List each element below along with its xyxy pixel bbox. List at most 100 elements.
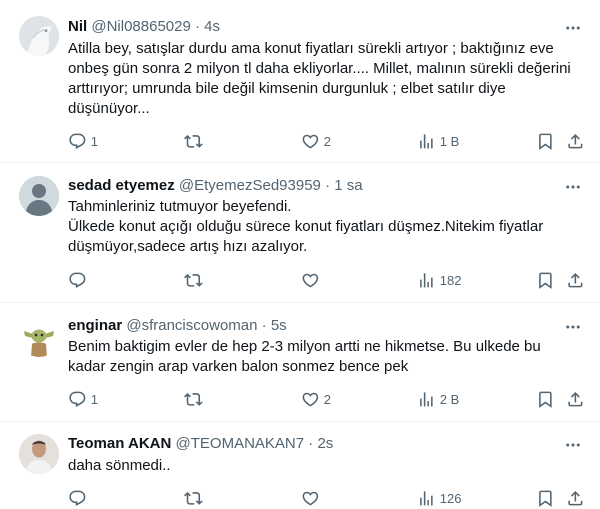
reply-count: 1 (90, 133, 98, 149)
heart-icon (302, 392, 319, 407)
views-button[interactable]: 2 B (417, 389, 459, 409)
user-handle[interactable]: @sfranciscowoman (126, 317, 257, 334)
avatar[interactable] (19, 176, 59, 216)
like-button[interactable]: 2 (301, 131, 331, 151)
user-handle[interactable]: @TEOMANAKAN7 (176, 435, 305, 452)
share-button[interactable] (566, 488, 585, 508)
tweet-header: Nil @Nil08865029 · 4s (68, 17, 560, 37)
tweet-line: daha sönmedi.. (68, 457, 171, 474)
separator-dot: · (261, 317, 267, 334)
retweet-icon (184, 134, 203, 148)
tweet-line: Ülkede konut açığı olduğu sürece konut f… (68, 218, 544, 235)
tweet-text: daha sönmedi.. (68, 456, 584, 476)
view-count: 1 B (439, 133, 460, 149)
avatar[interactable] (19, 16, 59, 56)
tweet[interactable]: sedad etyemez @EtyemezSed93959 · 1 sa Ta… (0, 163, 600, 303)
like-button[interactable] (301, 270, 324, 290)
bookmark-icon (539, 133, 552, 150)
share-icon (568, 391, 583, 407)
tweet[interactable]: enginar @sfranciscowoman · 5s Benim bakt… (0, 303, 600, 422)
display-name[interactable]: Nil (68, 18, 87, 35)
separator-dot: · (194, 18, 200, 35)
more-dots-icon[interactable] (564, 19, 582, 37)
tweet-line: Atilla bey, satışlar durdu ama konut fiy… (68, 40, 554, 57)
like-button[interactable] (301, 488, 324, 508)
tweet[interactable]: Nil @Nil08865029 · 4s Atilla bey, satışl… (0, 0, 600, 163)
reply-icon (69, 490, 86, 506)
action-bar: 126 (60, 488, 590, 508)
avatar[interactable] (19, 434, 59, 474)
share-icon (568, 133, 583, 149)
tweet-text: Tahminleriniz tutmuyor beyefendi. Ülkede… (68, 197, 584, 257)
retweet-button[interactable] (184, 270, 207, 290)
view-count: 182 (439, 272, 462, 288)
action-bar: 1 2 2 B (60, 389, 590, 409)
avatar[interactable] (19, 317, 59, 357)
timestamp[interactable]: 5s (271, 317, 287, 334)
reply-icon (69, 133, 86, 149)
timestamp[interactable]: 1 sa (334, 177, 362, 194)
share-button[interactable] (566, 270, 585, 290)
bookmark-icon (539, 490, 552, 507)
tweet-line: Tahminleriniz tutmuyor beyefendi. (68, 198, 292, 215)
bookmark-icon (539, 272, 552, 289)
views-button[interactable]: 182 (417, 270, 461, 290)
user-handle[interactable]: @EtyemezSed93959 (179, 177, 321, 194)
tweet-line: onbeş gün sonra 2 milyon tl daha ekliyor… (68, 60, 571, 77)
bookmark-icon (539, 391, 552, 408)
share-button[interactable] (566, 389, 585, 409)
share-icon (568, 490, 583, 506)
share-icon (568, 272, 583, 288)
retweet-icon (184, 392, 203, 406)
more-dots-icon[interactable] (564, 436, 582, 454)
retweet-icon (184, 273, 203, 287)
bookmark-button[interactable] (536, 270, 555, 290)
retweet-button[interactable] (184, 389, 207, 409)
retweet-button[interactable] (184, 488, 207, 508)
like-count: 2 (323, 133, 331, 149)
views-chart-icon (420, 391, 433, 407)
reply-feed: Nil @Nil08865029 · 4s Atilla bey, satışl… (0, 0, 600, 509)
reply-button[interactable]: 1 (68, 131, 98, 151)
bookmark-button[interactable] (536, 488, 555, 508)
like-button[interactable]: 2 (301, 389, 331, 409)
tweet-text: Atilla bey, satışlar durdu ama konut fiy… (68, 39, 584, 119)
more-dots-icon[interactable] (564, 318, 582, 336)
action-bar: 182 (60, 270, 590, 290)
tweet-header: sedad etyemez @EtyemezSed93959 · 1 sa (68, 176, 560, 196)
more-dots-icon[interactable] (564, 178, 582, 196)
views-chart-icon (420, 133, 433, 149)
tweet[interactable]: Teoman AKAN @TEOMANAKAN7 · 2s daha sönme… (0, 422, 600, 509)
timestamp[interactable]: 2s (317, 435, 333, 452)
heart-icon (302, 273, 319, 288)
view-count: 126 (439, 490, 462, 506)
user-handle[interactable]: @Nil08865029 (91, 18, 190, 35)
timestamp[interactable]: 4s (204, 18, 220, 35)
like-count: 2 (323, 391, 331, 407)
separator-dot: · (325, 177, 331, 194)
tweet-text: Benim baktigim evler de hep 2-3 milyon a… (68, 337, 584, 377)
tweet-line: Benim baktigim evler de hep 2-3 milyon a… (68, 338, 541, 355)
reply-button[interactable] (68, 488, 91, 508)
views-button[interactable]: 1 B (417, 131, 459, 151)
reply-icon (69, 272, 86, 288)
tweet-header: enginar @sfranciscowoman · 5s (68, 316, 560, 336)
tweet-header: Teoman AKAN @TEOMANAKAN7 · 2s (68, 434, 560, 454)
share-button[interactable] (566, 131, 585, 151)
reply-icon (69, 391, 86, 407)
reply-button[interactable] (68, 270, 91, 290)
bookmark-button[interactable] (536, 131, 555, 151)
heart-icon (302, 491, 319, 506)
retweet-icon (184, 491, 203, 505)
heart-icon (302, 134, 319, 149)
bookmark-button[interactable] (536, 389, 555, 409)
display-name[interactable]: sedad etyemez (68, 177, 175, 194)
views-chart-icon (420, 490, 433, 506)
views-button[interactable]: 126 (417, 488, 461, 508)
display-name[interactable]: Teoman AKAN (68, 435, 171, 452)
views-chart-icon (420, 272, 433, 288)
display-name[interactable]: enginar (68, 317, 122, 334)
reply-button[interactable]: 1 (68, 389, 98, 409)
retweet-button[interactable] (184, 131, 207, 151)
tweet-line: kadar zengin arap varken balon sonmez be… (68, 358, 409, 375)
